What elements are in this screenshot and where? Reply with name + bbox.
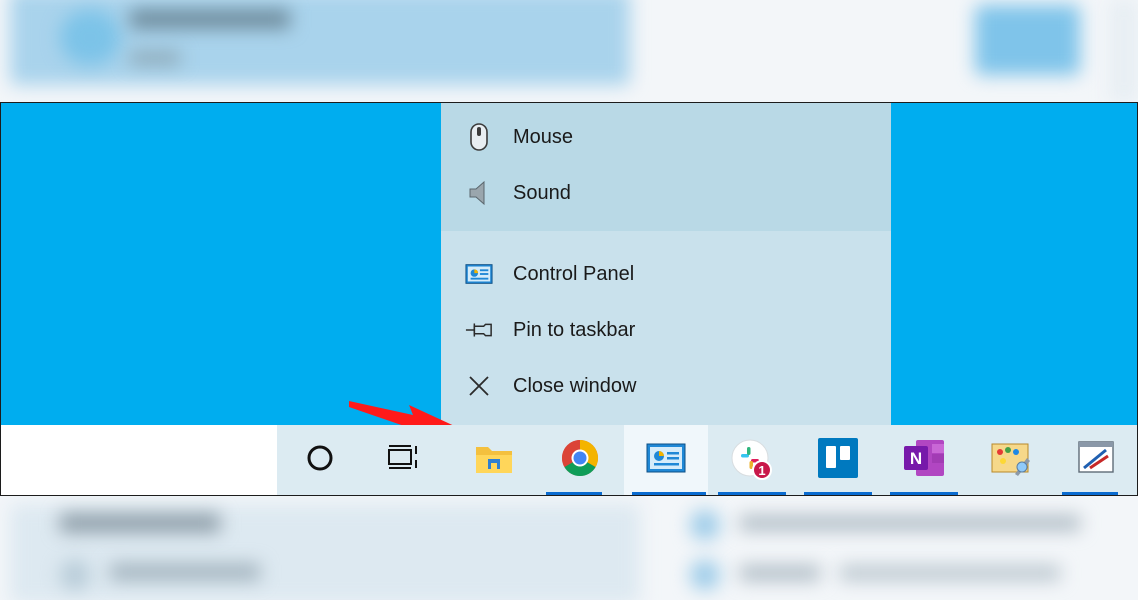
taskbar-button-control-panel[interactable]: [624, 425, 708, 495]
taskbar-button-paint[interactable]: [968, 425, 1052, 495]
jump-list-label: Close window: [513, 374, 637, 397]
jump-list-label: Pin to taskbar: [513, 318, 636, 341]
taskbar-button-slack[interactable]: 1: [710, 425, 794, 495]
jump-list-label: Mouse: [513, 125, 574, 148]
taskbar-button-chrome[interactable]: [538, 425, 622, 495]
slack-icon: 1: [730, 438, 774, 482]
folder-icon: [474, 441, 514, 480]
running-indicator: [804, 492, 872, 495]
cortana-circle-icon: [306, 444, 334, 477]
control-panel-icon: [465, 260, 493, 288]
running-indicator: [546, 492, 602, 495]
jump-list-menu: Mouse Sound Control Panel Pin to taskbar…: [441, 103, 891, 425]
jump-list-item-pin-to-taskbar[interactable]: Pin to taskbar: [441, 302, 891, 358]
pin-icon: [465, 316, 493, 344]
running-indicator: [632, 492, 706, 495]
task-view-icon: [387, 443, 421, 478]
taskbar-button-file-explorer[interactable]: [452, 425, 536, 495]
running-indicator: [1062, 492, 1118, 495]
taskbar-button-trello[interactable]: [796, 425, 880, 495]
taskbar-button-onenote[interactable]: N: [882, 425, 966, 495]
svg-text:N: N: [910, 449, 922, 468]
jump-list-item-control-panel[interactable]: Control Panel: [441, 246, 891, 302]
taskbar-button-snipping-tool[interactable]: [1054, 425, 1137, 495]
mouse-icon: [465, 123, 493, 151]
jump-list-item-close-window[interactable]: Close window: [441, 358, 891, 414]
taskbar-button-cortana[interactable]: [278, 425, 362, 495]
snipping-tool-icon: [1076, 438, 1116, 483]
chrome-icon: [560, 438, 600, 483]
jump-list-label: Sound: [513, 181, 571, 204]
close-icon: [465, 372, 493, 400]
onenote-icon: N: [902, 438, 946, 483]
jump-list-label: Control Panel: [513, 262, 635, 285]
speaker-icon: [465, 179, 493, 207]
jump-list-item-mouse[interactable]: Mouse: [441, 109, 891, 165]
notification-badge: 1: [752, 460, 772, 480]
taskbar: 1 N: [1, 425, 1137, 495]
blurred-background-top: [0, 0, 1138, 102]
control-panel-icon: [646, 442, 686, 479]
running-indicator: [718, 492, 786, 495]
taskbar-button-task-view[interactable]: [362, 425, 446, 495]
running-indicator: [890, 492, 958, 495]
jump-list-item-sound[interactable]: Sound: [441, 165, 891, 221]
windows-desktop-screenshot: Mouse Sound Control Panel Pin to taskbar…: [0, 102, 1138, 496]
trello-icon: [818, 437, 858, 483]
taskbar-search-box[interactable]: [1, 425, 277, 495]
blurred-background-bottom: [0, 496, 1138, 600]
paint-icon: [989, 438, 1031, 483]
